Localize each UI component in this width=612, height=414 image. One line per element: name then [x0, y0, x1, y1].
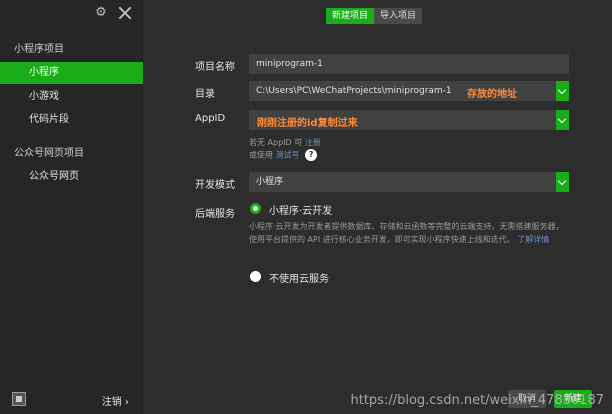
directory-chevron-down-icon[interactable]	[556, 81, 569, 101]
chevron-right-icon: ›	[125, 397, 129, 408]
appid-hint-test-prefix: 或使用	[249, 150, 273, 160]
directory-value: C:\Users\PC\WeChatProjects\miniprogram-1	[256, 86, 452, 96]
help-icon[interactable]: ?	[305, 149, 318, 161]
tab-new-project[interactable]: 新建项目	[326, 8, 375, 24]
main-panel: 新建项目 导入项目 项目名称 miniprogram-1 目录 C:\Users…	[143, 0, 612, 414]
register-link[interactable]: 注册	[305, 138, 321, 147]
test-account-link[interactable]: 测试号	[276, 151, 300, 160]
appid-chevron-down-icon[interactable]	[556, 110, 569, 130]
appid-label: AppID	[195, 113, 226, 124]
backend-label: 后端服务	[195, 209, 235, 220]
project-name-input[interactable]: miniprogram-1	[249, 54, 569, 74]
radio-cloud-dev-label[interactable]: 小程序·云开发	[269, 202, 332, 217]
cloud-dev-description: 小程序·云开发为开发者提供数据库、存储和云函数等完整的云端支持。无需搭建服务器，…	[249, 220, 571, 246]
group-title-official-account: 公众号网页项目	[14, 148, 84, 159]
sidebar-item-code-snippet[interactable]: 代码片段	[0, 109, 143, 131]
window-controls: ⚙	[94, 6, 132, 20]
sidebar-footer: 注销 ›	[0, 388, 143, 414]
appid-hint-test: 或使用 测试号 ?	[249, 149, 318, 161]
appid-hint-register-prefix: 若无 AppID 可	[249, 138, 303, 147]
sidebar-item-miniprogram[interactable]: 小程序	[0, 62, 143, 84]
logout-button[interactable]: 注销 ›	[102, 393, 129, 408]
project-tabs: 新建项目 导入项目	[326, 8, 423, 24]
directory-label: 目录	[195, 89, 215, 100]
project-name-label: 项目名称	[195, 62, 235, 73]
dev-mode-select[interactable]: 小程序	[249, 172, 569, 192]
radio-cloud-dev[interactable]	[250, 203, 261, 214]
tab-import-project[interactable]: 导入项目	[374, 8, 423, 24]
close-icon[interactable]	[118, 6, 132, 20]
watermark: https://blog.csdn.net/weixin_47836187	[350, 393, 604, 408]
dev-mode-chevron-down-icon[interactable]	[556, 172, 569, 192]
radio-no-cloud[interactable]	[250, 271, 261, 282]
group-title-miniprogram: 小程序项目	[14, 44, 64, 55]
logout-label: 注销	[101, 397, 122, 408]
sidebar-item-official-account-web[interactable]: 公众号网页	[0, 166, 143, 188]
sidebar-item-minigame[interactable]: 小游戏	[0, 86, 143, 108]
gear-icon[interactable]: ⚙	[94, 6, 108, 20]
learn-more-link[interactable]: 了解详情	[517, 235, 549, 244]
dev-mode-value: 小程序	[256, 177, 284, 187]
dev-mode-label: 开发模式	[195, 180, 235, 191]
project-name-value: miniprogram-1	[256, 59, 323, 69]
avatar[interactable]	[12, 392, 26, 406]
appid-hint-register: 若无 AppID 可 注册	[249, 137, 321, 148]
directory-input[interactable]: C:\Users\PC\WeChatProjects\miniprogram-1	[249, 81, 569, 101]
directory-annotation: 存放的地址	[467, 89, 517, 100]
appid-annotation: 刚刚注册的id复制过来	[257, 118, 358, 129]
radio-no-cloud-label[interactable]: 不使用云服务	[269, 270, 329, 285]
sidebar: ⚙ 小程序项目 小程序 小游戏 代码片段 公众号网页项目 公众号网页 注销 ›	[0, 0, 143, 414]
